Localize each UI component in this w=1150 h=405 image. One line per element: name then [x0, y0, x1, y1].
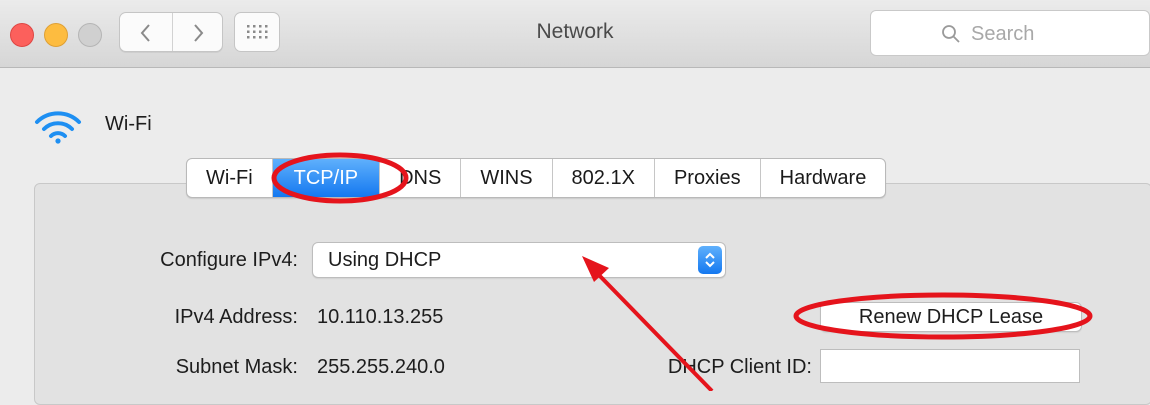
configure-ipv4-popup[interactable]: Using DHCP	[312, 242, 726, 278]
tab-hardware[interactable]: Hardware	[761, 159, 886, 197]
dhcp-client-id-field[interactable]	[820, 349, 1080, 383]
ipv4-address-value: 10.110.13.255	[317, 306, 444, 328]
search-input[interactable]	[969, 21, 1143, 47]
tab-bar: Wi-Fi TCP/IP DNS WINS 802.1X Proxies Har…	[186, 158, 887, 198]
tab-dns[interactable]: DNS	[380, 159, 462, 197]
title-bar: Network	[0, 0, 1150, 68]
popup-stepper[interactable]	[698, 246, 722, 274]
network-service-name: Wi-Fi	[105, 113, 152, 135]
configure-ipv4-value: Using DHCP	[328, 249, 442, 271]
dhcp-client-id-label: DHCP Client ID:	[667, 356, 812, 378]
tab-proxies[interactable]: Proxies	[655, 159, 761, 197]
chevron-up-down-icon	[705, 252, 715, 268]
subnet-mask-value: 255.255.240.0	[317, 356, 445, 378]
wifi-icon	[35, 111, 81, 144]
subnet-mask-label: Subnet Mask:	[175, 356, 298, 378]
tab-wins[interactable]: WINS	[461, 159, 553, 197]
tab-8021x[interactable]: 802.1X	[553, 159, 655, 197]
renew-dhcp-lease-button[interactable]: Renew DHCP Lease	[820, 302, 1082, 332]
tab-wifi[interactable]: Wi-Fi	[187, 159, 273, 197]
search-field[interactable]	[870, 10, 1150, 56]
tab-tcpip[interactable]: TCP/IP	[272, 159, 381, 197]
search-icon	[942, 25, 960, 43]
ipv4-address-label: IPv4 Address:	[174, 306, 298, 328]
configure-ipv4-label: Configure IPv4:	[160, 249, 298, 271]
